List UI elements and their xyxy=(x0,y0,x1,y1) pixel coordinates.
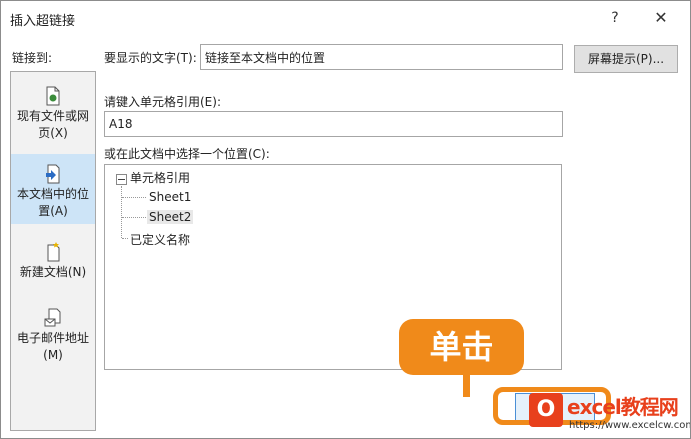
nav-email-address[interactable]: 电子邮件地址 (M) xyxy=(11,308,95,378)
click-callout: 单击 xyxy=(399,319,524,375)
dialog-title: 插入超链接 xyxy=(10,14,76,29)
new-document-icon xyxy=(47,242,60,262)
title-bar: 插入超链接 ? ✕ xyxy=(1,1,690,35)
watermark-url: https://www.excelcw.com xyxy=(569,420,691,431)
link-to-panel: 现有文件或网 页(X) 本文档中的位 置(A) 新建文档(N) 电子邮件地址 (… xyxy=(10,71,96,431)
tree-node-sheet1[interactable]: Sheet1 xyxy=(149,190,191,204)
tree-connector-line xyxy=(122,217,146,218)
watermark-brand: excel教程网 xyxy=(567,395,679,419)
tree-node-defined-names[interactable]: 已定义名称 xyxy=(130,231,190,248)
document-location-icon xyxy=(46,164,60,184)
cell-reference-input[interactable] xyxy=(104,111,563,137)
nav-label-existing-file-line2: 页(X) xyxy=(38,126,68,140)
nav-label-existing-file-line1: 现有文件或网 xyxy=(16,109,89,123)
screentip-button[interactable]: 屏幕提示(P)... xyxy=(574,45,678,73)
email-icon xyxy=(44,308,61,327)
nav-label-email-line2: (M) xyxy=(43,348,63,362)
tree-connector-line xyxy=(121,217,122,238)
close-button[interactable]: ✕ xyxy=(647,5,675,31)
nav-existing-file-or-webpage[interactable]: 现有文件或网 页(X) xyxy=(11,86,95,152)
office-logo-icon: O xyxy=(529,393,563,427)
tree-connector-line xyxy=(122,238,128,239)
nav-label-email-line1: 电子邮件地址 xyxy=(16,331,89,345)
tree-connector-line xyxy=(121,186,122,216)
watermark: O excel教程网 https://www.excelcw.com xyxy=(529,389,691,438)
nav-create-new-document[interactable]: 新建文档(N) xyxy=(11,242,95,292)
nav-label-place-line2: 置(A) xyxy=(38,204,68,218)
insert-hyperlink-dialog: 插入超链接 ? ✕ 链接到: 现有文件或网 页(X) 本文档中的位 置(A) 新… xyxy=(0,0,691,439)
tree-node-sheet2[interactable]: Sheet2 xyxy=(147,210,194,224)
nav-label-place-line1: 本文档中的位 xyxy=(16,187,89,201)
link-to-label: 链接到: xyxy=(12,51,53,65)
tree-node-cell-reference[interactable]: 单元格引用 xyxy=(130,169,190,186)
file-web-icon xyxy=(46,86,60,106)
tree-connector-line xyxy=(122,197,146,198)
cell-reference-label: 请键入单元格引用(E): xyxy=(104,95,221,109)
help-button[interactable]: ? xyxy=(601,5,629,31)
callout-pointer xyxy=(463,375,470,397)
collapse-toggle-icon[interactable] xyxy=(116,174,127,185)
nav-label-new-document: 新建文档(N) xyxy=(19,265,87,279)
nav-place-in-this-document[interactable]: 本文档中的位 置(A) xyxy=(11,154,95,224)
display-text-label: 要显示的文字(T): xyxy=(104,51,197,65)
display-text-input[interactable] xyxy=(200,44,563,70)
place-in-document-label: 或在此文档中选择一个位置(C): xyxy=(104,147,270,161)
